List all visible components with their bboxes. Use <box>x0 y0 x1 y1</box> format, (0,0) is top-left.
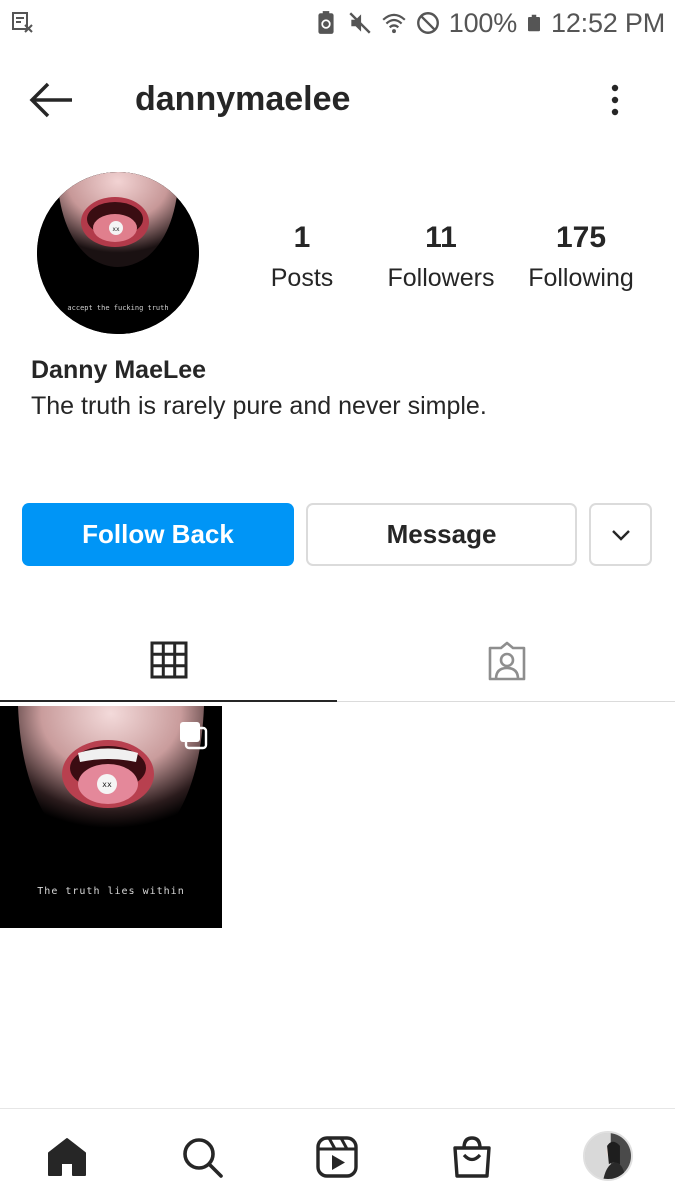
message-button[interactable]: Message <box>306 503 577 566</box>
following-count[interactable]: 175 Following <box>518 218 644 298</box>
carousel-icon <box>180 722 208 750</box>
posts-count-value: 1 <box>293 221 311 254</box>
svg-text:xx: xx <box>102 780 112 789</box>
posts-count-label: Posts <box>270 264 334 292</box>
profile-thumbnail-image <box>585 1133 631 1179</box>
profile-username: dannymaelee <box>135 80 351 118</box>
profile-stats: 1 Posts 11 Followers 175 Following <box>0 218 675 308</box>
suggested-accounts-button[interactable] <box>589 503 652 566</box>
post-caption: The truth lies within <box>37 886 185 897</box>
battery-icon <box>528 14 541 32</box>
profile-header: dannymaelee <box>0 58 675 142</box>
mute-icon <box>349 12 371 34</box>
follow-back-button[interactable]: Follow Back <box>22 503 294 566</box>
followers-count[interactable]: 11 Followers <box>380 218 502 298</box>
nav-reels[interactable] <box>313 1133 361 1181</box>
posts-count[interactable]: 1 Posts <box>252 218 352 298</box>
battery-percentage: 100% <box>448 7 518 38</box>
followers-count-label: Followers <box>387 264 495 292</box>
nav-shop[interactable] <box>448 1133 496 1181</box>
home-icon <box>48 1138 86 1176</box>
clock: 12:52 PM <box>551 7 665 38</box>
wifi-icon <box>382 13 406 34</box>
nav-home[interactable] <box>43 1133 91 1181</box>
bottom-navigation <box>0 1108 675 1200</box>
reels-icon <box>316 1136 358 1178</box>
shopping-bag-icon <box>453 1136 491 1178</box>
more-options-icon[interactable] <box>595 80 635 120</box>
tab-tagged[interactable] <box>338 620 675 702</box>
grid-icon <box>150 641 187 679</box>
status-bar: 100% 12:52 PM <box>0 0 675 46</box>
profile-tabs <box>0 620 675 702</box>
chevron-down-icon <box>611 529 630 541</box>
battery-saver-icon <box>318 11 334 34</box>
post-thumbnail[interactable]: xx The truth lies within <box>0 706 222 928</box>
following-count-label: Following <box>528 264 634 292</box>
profile-bio: The truth is rarely pure and never simpl… <box>31 392 487 420</box>
tab-posts-grid[interactable] <box>0 620 337 702</box>
screenshot-notification-icon <box>12 12 33 33</box>
do-not-disturb-icon <box>416 12 439 34</box>
search-icon <box>183 1138 223 1178</box>
followers-count-value: 11 <box>425 221 457 254</box>
nav-search[interactable] <box>178 1133 226 1181</box>
nav-profile-avatar[interactable] <box>583 1131 633 1181</box>
profile-display-name: Danny MaeLee <box>31 356 207 384</box>
following-count-value: 175 <box>555 221 607 254</box>
back-arrow-icon[interactable] <box>26 78 78 122</box>
tagged-user-icon <box>488 641 525 681</box>
